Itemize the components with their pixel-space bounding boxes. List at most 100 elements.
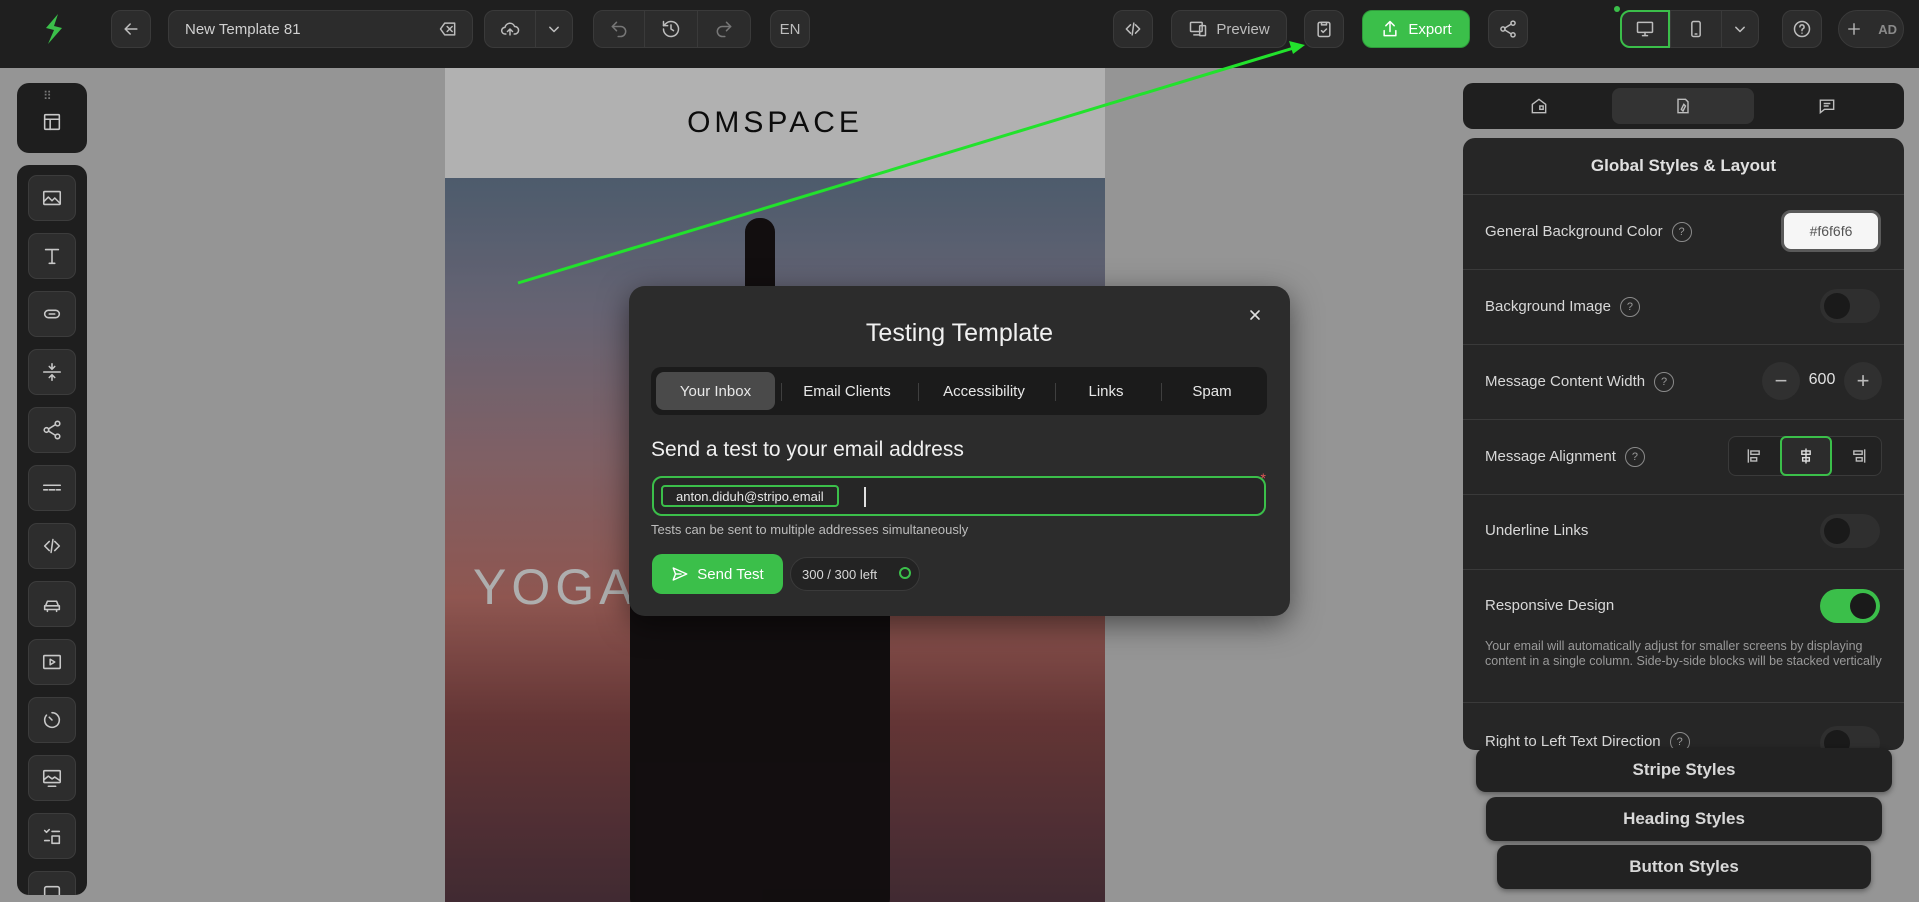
required-mark: * (1260, 470, 1266, 486)
plus-icon (1848, 23, 1860, 35)
more-blocks-button[interactable] (28, 871, 76, 895)
undo-button[interactable] (593, 10, 645, 48)
bg-image-row: Background Image? (1463, 269, 1904, 345)
button-block-button[interactable] (28, 291, 76, 337)
redo-icon (716, 21, 732, 38)
responsive-toggle[interactable] (1820, 589, 1880, 623)
content-width-value[interactable]: 600 (1800, 371, 1844, 389)
save-options-button[interactable] (535, 10, 573, 48)
history-button[interactable] (644, 10, 698, 48)
bg-image-toggle[interactable] (1820, 289, 1880, 323)
help-icon[interactable]: ? (1654, 372, 1675, 392)
video-icon (42, 654, 62, 670)
desktop-icon (1636, 21, 1654, 37)
mobile-view-button[interactable] (1670, 10, 1722, 48)
text-cursor (864, 487, 866, 507)
tab-spam[interactable]: Spam (1162, 372, 1262, 410)
menu-block-button[interactable] (28, 465, 76, 511)
undo-icon (611, 21, 627, 38)
blocks-toolbar (17, 165, 87, 895)
amp-block-button[interactable] (28, 813, 76, 859)
help-icon[interactable]: ? (1619, 297, 1640, 317)
tab-links[interactable]: Links (1056, 372, 1156, 410)
video-block-button[interactable] (28, 639, 76, 685)
template-name-field[interactable]: New Template 81 (168, 10, 473, 48)
user-menu[interactable]: AD (1838, 10, 1904, 48)
send-test-button[interactable]: Send Test (652, 554, 783, 594)
view-options-button[interactable] (1721, 10, 1759, 48)
timer-block-button[interactable] (28, 697, 76, 743)
email-recipients-input[interactable]: anton.diduh@stripo.email * (652, 470, 1266, 516)
responsive-row: Responsive Design Your email will automa… (1463, 569, 1904, 703)
share-button[interactable] (1488, 10, 1528, 48)
social-block-button[interactable] (28, 407, 76, 453)
timer-icon (43, 711, 61, 729)
redo-button[interactable] (697, 10, 751, 48)
clear-icon[interactable] (438, 19, 458, 39)
increase-button[interactable]: + (1844, 362, 1882, 400)
tab-accessibility[interactable]: Accessibility (919, 372, 1049, 410)
help-icon[interactable]: ? (1624, 447, 1645, 467)
save-cloud-button[interactable] (484, 10, 536, 48)
align-center-button[interactable] (1780, 436, 1832, 476)
panel-header: Global Styles & Layout (1463, 138, 1904, 195)
underline-toggle[interactable] (1820, 514, 1880, 548)
quota-badge: 300 / 300 left (790, 557, 920, 591)
banner-icon (42, 769, 62, 788)
export-icon (1383, 20, 1397, 37)
help-button[interactable] (1782, 10, 1822, 48)
language-button[interactable]: EN (770, 10, 810, 48)
heading-styles-section[interactable]: Heading Styles (1486, 797, 1882, 841)
spacer-block-button[interactable] (28, 349, 76, 395)
tab-content[interactable] (1468, 88, 1610, 124)
content-icon (1531, 98, 1547, 114)
bg-color-row: General Background Color? #f6f6f6 (1463, 194, 1904, 270)
bg-color-label: General Background Color (1485, 222, 1663, 240)
text-block-button[interactable] (28, 233, 76, 279)
block-icon (43, 885, 61, 895)
share-icon (1500, 20, 1516, 38)
bg-color-picker[interactable]: #f6f6f6 (1781, 210, 1881, 252)
help-icon[interactable]: ? (1671, 222, 1692, 242)
email-chip[interactable]: anton.diduh@stripo.email (661, 485, 839, 507)
export-button[interactable]: Export (1362, 10, 1470, 48)
quota-label: 300 / 300 left (802, 566, 878, 582)
tab-email-clients[interactable]: Email Clients (782, 372, 912, 410)
tab-comments[interactable] (1756, 88, 1898, 124)
back-button[interactable] (111, 10, 151, 48)
structures-button[interactable] (28, 99, 76, 145)
html-block-button[interactable] (28, 523, 76, 569)
tab-your-inbox[interactable]: Your Inbox (656, 372, 775, 410)
help-icon (1793, 20, 1811, 38)
image-block-button[interactable] (28, 175, 76, 221)
product-block-button[interactable] (28, 581, 76, 627)
comment-icon (1819, 99, 1835, 115)
rtl-toggle[interactable] (1820, 726, 1880, 750)
preview-button[interactable]: Preview (1171, 10, 1287, 48)
align-left-button[interactable] (1729, 437, 1780, 475)
stripe-styles-section[interactable]: Stripe Styles (1476, 748, 1892, 792)
tab-appearance[interactable] (1612, 88, 1754, 124)
close-icon (1250, 310, 1260, 320)
test-icon (1317, 21, 1331, 38)
align-right-button[interactable] (1832, 437, 1883, 475)
test-email-button[interactable] (1304, 10, 1344, 48)
settings-tabs (1463, 83, 1904, 129)
logo-icon[interactable] (38, 10, 70, 50)
decrease-button[interactable]: − (1762, 362, 1800, 400)
content-width-row: Message Content Width? − 600 + (1463, 344, 1904, 420)
appearance-icon (1677, 98, 1689, 114)
upload-icon (501, 22, 520, 36)
chevron-down-icon (1735, 26, 1745, 33)
preview-icon (1190, 21, 1207, 37)
banner-block-button[interactable] (28, 755, 76, 801)
desktop-view-button[interactable] (1620, 10, 1670, 48)
close-button[interactable] (1242, 302, 1268, 328)
preview-label: Preview (1216, 20, 1270, 38)
layout-icon (43, 113, 61, 131)
code-editor-button[interactable] (1113, 10, 1153, 48)
send-icon (672, 567, 688, 581)
recipients-hint: Tests can be sent to multiple addresses … (651, 522, 969, 537)
button-styles-section[interactable]: Button Styles (1497, 845, 1871, 889)
alignment-row: Message Alignment? (1463, 419, 1904, 495)
